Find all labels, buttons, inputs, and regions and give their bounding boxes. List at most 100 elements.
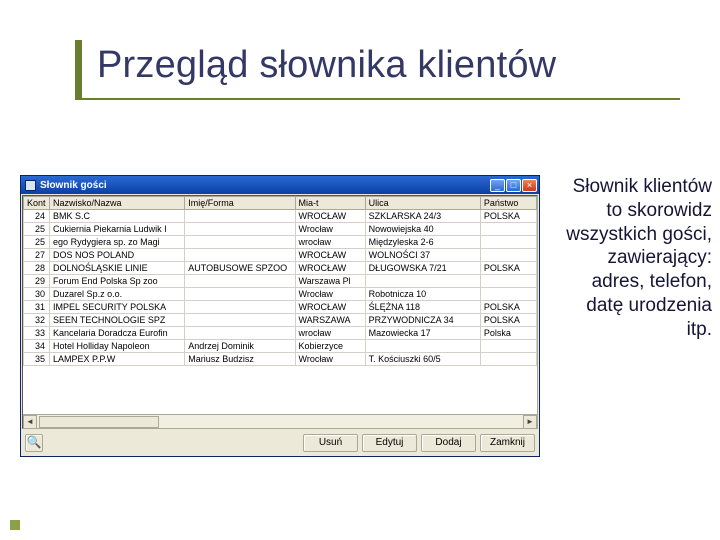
cell-street: DŁUGOWSKA 7/21: [365, 262, 480, 275]
cell-form: [185, 327, 295, 340]
cell-name: Kancelaria Doradcza Eurofin: [50, 327, 185, 340]
cell-form: [185, 301, 295, 314]
cell-form: [185, 288, 295, 301]
cell-city: WROCŁAW: [295, 301, 365, 314]
grid-empty-area: [23, 366, 537, 414]
cell-street: [365, 340, 480, 353]
cell-name: Forum End Polska Sp zoo: [50, 275, 185, 288]
cell-form: [185, 236, 295, 249]
cell-name: DOLNOŚLĄSKIE LINIE: [50, 262, 185, 275]
table-row[interactable]: 30Duzarel Sp.z o.o.WrocławRobotnicza 10: [24, 288, 537, 301]
cell-name: ego Rydygiera sp. zo Magi: [50, 236, 185, 249]
cell-country: [480, 249, 536, 262]
maximize-button[interactable]: □: [506, 179, 521, 192]
corner-square-icon: [10, 520, 20, 530]
table-row[interactable]: 27DOS NOS POLAND WROCŁAWWOLNOŚCI 37: [24, 249, 537, 262]
table-row[interactable]: 32SEEN TECHNOLOGIE SPZWARSZAWAPRZYWODNIC…: [24, 314, 537, 327]
table-row[interactable]: 35LAMPEX P.P.WMariusz BudziszWrocławT. K…: [24, 353, 537, 366]
desc-line: zawierający:: [552, 246, 712, 270]
scroll-track[interactable]: [37, 415, 523, 428]
col-name[interactable]: Nazwisko/Nazwa: [50, 197, 185, 210]
cell-name: BMK S.C: [50, 210, 185, 223]
data-grid[interactable]: Kont Nazwisko/Nazwa Imię/Forma Mia-t Uli…: [22, 195, 538, 429]
cell-id: 24: [24, 210, 50, 223]
cell-city: WROCŁAW: [295, 210, 365, 223]
desc-line: adres, telefon,: [552, 270, 712, 294]
titlebar: Słownik gości _ □ ×: [21, 176, 539, 194]
add-button[interactable]: Dodaj: [421, 434, 476, 452]
cell-country: POLSKA: [480, 314, 536, 327]
close-window-button[interactable]: ×: [522, 179, 537, 192]
cell-name: Hotel Holliday Napoleon: [50, 340, 185, 353]
cell-id: 25: [24, 223, 50, 236]
cell-country: [480, 353, 536, 366]
table-row[interactable]: 25ego Rydygiera sp. zo MagiwrocławMiędzy…: [24, 236, 537, 249]
cell-country: [480, 275, 536, 288]
col-country[interactable]: Państwo: [480, 197, 536, 210]
table-row[interactable]: 29Forum End Polska Sp zoo Warszawa Pl: [24, 275, 537, 288]
cell-name: SEEN TECHNOLOGIE SPZ: [50, 314, 185, 327]
grid-header-row: Kont Nazwisko/Nazwa Imię/Forma Mia-t Uli…: [24, 197, 537, 210]
cell-city: wrocław: [295, 327, 365, 340]
scroll-right-button[interactable]: ►: [523, 415, 537, 429]
cell-country: POLSKA: [480, 262, 536, 275]
cell-id: 25: [24, 236, 50, 249]
cell-name: DOS NOS POLAND: [50, 249, 185, 262]
desc-line: datę urodzenia: [552, 294, 712, 318]
cell-city: Kobierzyce: [295, 340, 365, 353]
cell-id: 32: [24, 314, 50, 327]
desc-line: wszystkich gości,: [552, 223, 712, 247]
col-street[interactable]: Ulica: [365, 197, 480, 210]
cell-name: IMPEL SECURITY POLSKA: [50, 301, 185, 314]
app-icon: [25, 180, 36, 191]
cell-id: 29: [24, 275, 50, 288]
col-city[interactable]: Mia-t: [295, 197, 365, 210]
cell-city: Wrocław: [295, 353, 365, 366]
cell-city: WROCŁAW: [295, 249, 365, 262]
scroll-left-button[interactable]: ◄: [23, 415, 37, 429]
cell-city: Wrocław: [295, 288, 365, 301]
edit-button[interactable]: Edytuj: [362, 434, 417, 452]
cell-street: ŚLĘŻNA 118: [365, 301, 480, 314]
close-button[interactable]: Zamknij: [480, 434, 535, 452]
cell-city: Warszawa Pl: [295, 275, 365, 288]
cell-street: WOLNOŚCI 37: [365, 249, 480, 262]
cell-name: LAMPEX P.P.W: [50, 353, 185, 366]
delete-button[interactable]: Usuń: [303, 434, 358, 452]
table-row[interactable]: 24BMK S.CWROCŁAWSZKLARSKA 24/3POLSKA: [24, 210, 537, 223]
table-row[interactable]: 34Hotel Holliday NapoleonAndrzej Dominik…: [24, 340, 537, 353]
table-row[interactable]: 31IMPEL SECURITY POLSKAWROCŁAWŚLĘŻNA 118…: [24, 301, 537, 314]
cell-street: Mazowiecka 17: [365, 327, 480, 340]
app-window: Słownik gości _ □ × Kont Nazwisko/Nazw: [20, 175, 540, 457]
desc-line: itp.: [552, 318, 712, 342]
cell-country: [480, 223, 536, 236]
horizontal-scrollbar[interactable]: ◄ ►: [23, 414, 537, 428]
cell-country: [480, 340, 536, 353]
title-accent-horizontal: [75, 98, 680, 100]
cell-city: WROCŁAW: [295, 262, 365, 275]
magnifier-icon: 🔍: [27, 435, 42, 449]
cell-id: 33: [24, 327, 50, 340]
minimize-button[interactable]: _: [490, 179, 505, 192]
cell-city: wrocław: [295, 236, 365, 249]
table-row[interactable]: 25Cukiernia Piekarnia Ludwik IWrocławNow…: [24, 223, 537, 236]
table-row[interactable]: 33Kancelaria Doradcza Eurofin wrocławMazo…: [24, 327, 537, 340]
cell-form: Mariusz Budzisz: [185, 353, 295, 366]
table-row[interactable]: 28DOLNOŚLĄSKIE LINIEAUTOBUSOWE SPZOOWROC…: [24, 262, 537, 275]
cell-form: [185, 249, 295, 262]
cell-id: 28: [24, 262, 50, 275]
cell-form: [185, 223, 295, 236]
cell-form: AUTOBUSOWE SPZOO: [185, 262, 295, 275]
description-text: Słownik klientów to skorowidz wszystkich…: [540, 175, 712, 341]
col-id[interactable]: Kont: [24, 197, 50, 210]
cell-id: 27: [24, 249, 50, 262]
col-form[interactable]: Imię/Forma: [185, 197, 295, 210]
cell-id: 34: [24, 340, 50, 353]
desc-line: Słownik klientów: [552, 175, 712, 199]
scroll-thumb[interactable]: [39, 416, 159, 428]
cell-form: [185, 314, 295, 327]
cell-city: Wrocław: [295, 223, 365, 236]
cell-id: 35: [24, 353, 50, 366]
cell-street: PRZYWODNICZA 34: [365, 314, 480, 327]
search-button[interactable]: 🔍: [25, 434, 43, 452]
